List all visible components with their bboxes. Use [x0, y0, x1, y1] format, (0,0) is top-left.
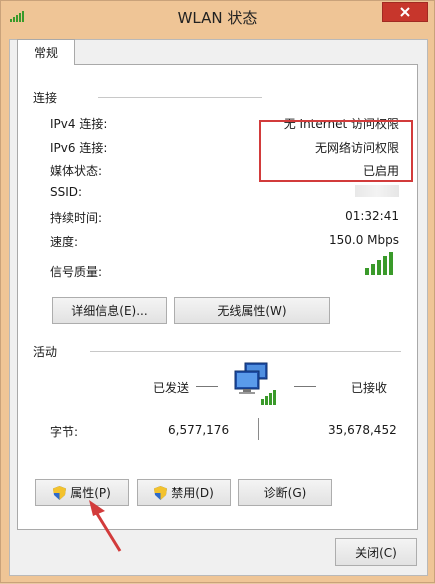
- uac-shield-icon: [53, 485, 67, 500]
- wireless-properties-button[interactable]: 无线属性(W): [174, 297, 330, 324]
- duration-value: 01:32:41: [345, 209, 399, 223]
- received-label: 已接收: [351, 381, 388, 395]
- uac-shield-icon: [154, 485, 168, 500]
- general-panel: 连接 IPv4 连接: 无 Internet 访问权限 IPv6 连接: 无网络…: [17, 64, 418, 530]
- duration-label: 持续时间:: [50, 211, 103, 225]
- disable-button-label: 禁用(D): [171, 486, 214, 500]
- properties-button-label: 属性(P): [70, 486, 111, 500]
- media-state-value: 已启用: [362, 164, 399, 178]
- ipv6-value: 无网络访问权限: [314, 141, 399, 155]
- disable-button[interactable]: 禁用(D): [137, 479, 231, 506]
- properties-button[interactable]: 属性(P): [35, 479, 129, 506]
- close-button[interactable]: 关闭(C): [335, 538, 417, 566]
- signal-quality-label: 信号质量:: [50, 265, 103, 279]
- close-window-button[interactable]: [382, 2, 428, 22]
- bytes-divider: [258, 418, 259, 440]
- bytes-received-value: 35,678,452: [328, 423, 397, 437]
- section-divider: [90, 351, 401, 352]
- tab-general[interactable]: 常规: [17, 39, 75, 65]
- title-bar[interactable]: WLAN 状态: [1, 1, 434, 31]
- ssid-value-redacted: [355, 185, 399, 197]
- connection-heading: 连接: [33, 91, 58, 105]
- media-state-label: 媒体状态:: [50, 164, 103, 178]
- wlan-status-window: WLAN 状态 常规 连接 IPv4 连接: 无 Internet 访问权限 I…: [0, 0, 435, 583]
- bytes-sent-value: 6,577,176: [168, 423, 230, 437]
- dialog-body: 常规 连接 IPv4 连接: 无 Internet 访问权限 IPv6 连接: …: [9, 39, 428, 576]
- ipv4-value: 无 Internet 访问权限: [283, 117, 399, 131]
- section-divider: [98, 97, 262, 98]
- window-title: WLAN 状态: [177, 9, 258, 27]
- activity-heading: 活动: [33, 345, 58, 359]
- details-button[interactable]: 详细信息(E)...: [52, 297, 167, 324]
- ipv4-label: IPv4 连接:: [50, 117, 108, 131]
- sent-dash: [196, 386, 218, 387]
- speed-value: 150.0 Mbps: [328, 233, 399, 247]
- received-dash: [294, 386, 316, 387]
- ssid-label: SSID:: [50, 185, 83, 199]
- sent-label: 已发送: [153, 381, 190, 395]
- bytes-label: 字节:: [50, 425, 79, 439]
- close-icon: [400, 7, 410, 17]
- ipv6-label: IPv6 连接:: [50, 141, 108, 155]
- speed-label: 速度:: [50, 235, 79, 249]
- network-computers-icon: [234, 362, 276, 405]
- diagnose-button[interactable]: 诊断(G): [238, 479, 332, 506]
- signal-strength-icon: [365, 252, 393, 275]
